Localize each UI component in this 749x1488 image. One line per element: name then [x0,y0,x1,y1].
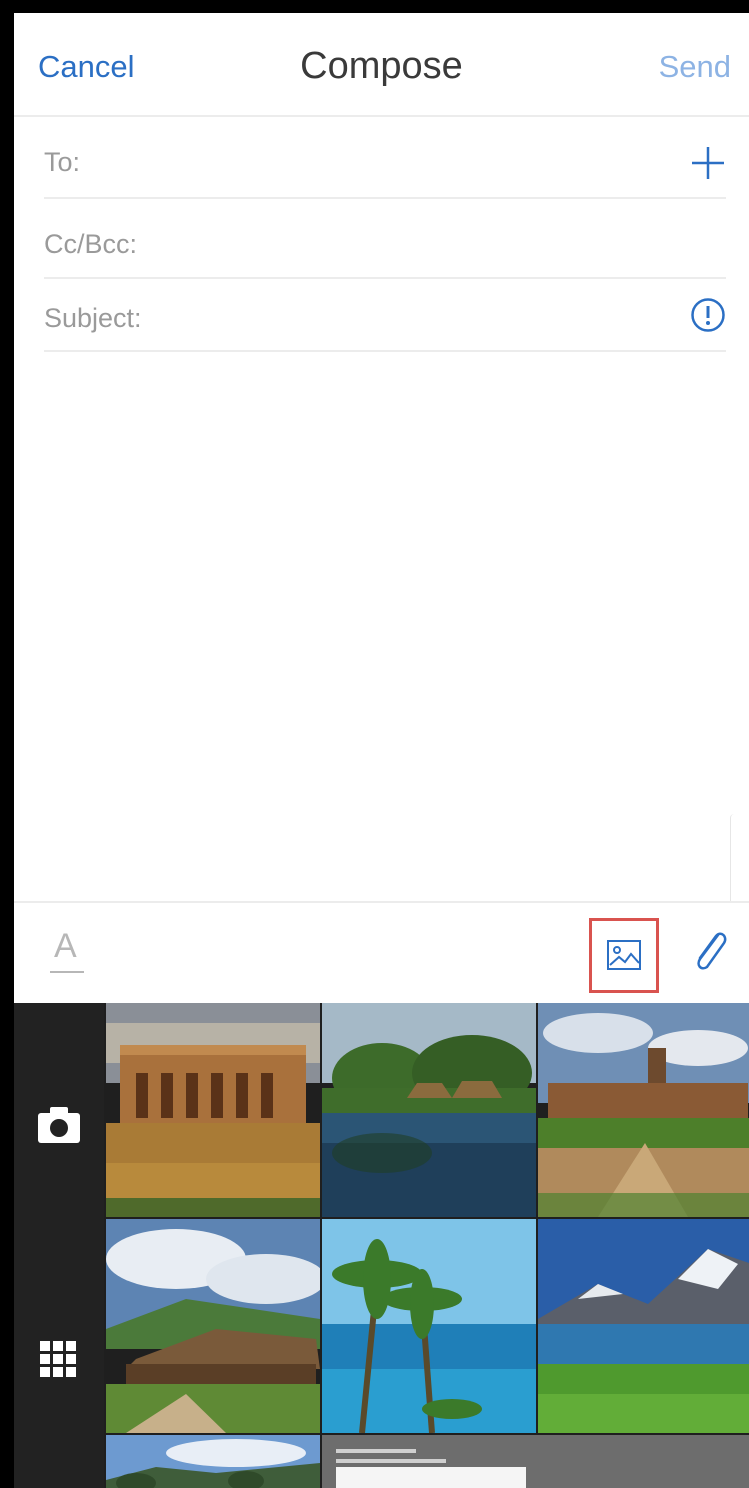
photo-thumbnail[interactable] [322,1219,536,1433]
photo-icon [607,940,641,970]
compose-screen: Cancel Compose Send To: Cc/Bcc: Subject:… [14,13,749,1488]
device-frame-left [0,0,14,1488]
paperclip-icon[interactable] [688,925,732,979]
photo-thumbnail[interactable] [322,1435,749,1488]
page-title: Compose [300,45,463,87]
photo-thumbnail[interactable] [106,1003,320,1217]
insert-photo-button[interactable] [589,918,659,993]
subject-label: Subject: [44,303,142,333]
add-recipient-icon[interactable] [690,145,726,181]
send-button[interactable]: Send [659,49,731,85]
photo-picker [14,1003,749,1488]
to-field[interactable]: To: [44,117,726,199]
importance-icon[interactable] [690,297,726,333]
photo-thumbnail[interactable] [322,1003,536,1217]
photo-thumbnail[interactable] [106,1435,320,1488]
message-body[interactable] [44,354,734,1114]
photo-thumbnail[interactable] [106,1219,320,1433]
cc-bcc-label: Cc/Bcc: [44,229,138,259]
to-label: To: [44,147,81,177]
photo-thumbnail[interactable] [538,1219,749,1433]
device-frame-top [0,0,749,13]
cc-bcc-field[interactable]: Cc/Bcc: [44,199,726,279]
picker-sidebar [14,1003,104,1488]
subject-field[interactable]: Subject: [44,279,726,352]
camera-icon[interactable] [36,1105,82,1145]
compose-header: Cancel Compose Send [14,13,749,117]
doc-line [336,1449,416,1453]
grid-icon[interactable] [40,1341,76,1377]
doc-box [336,1467,526,1488]
text-format-icon[interactable]: A [48,927,88,979]
compose-toolbar: A [14,901,749,1003]
photo-thumbnail[interactable] [538,1003,749,1217]
doc-line [336,1459,446,1463]
